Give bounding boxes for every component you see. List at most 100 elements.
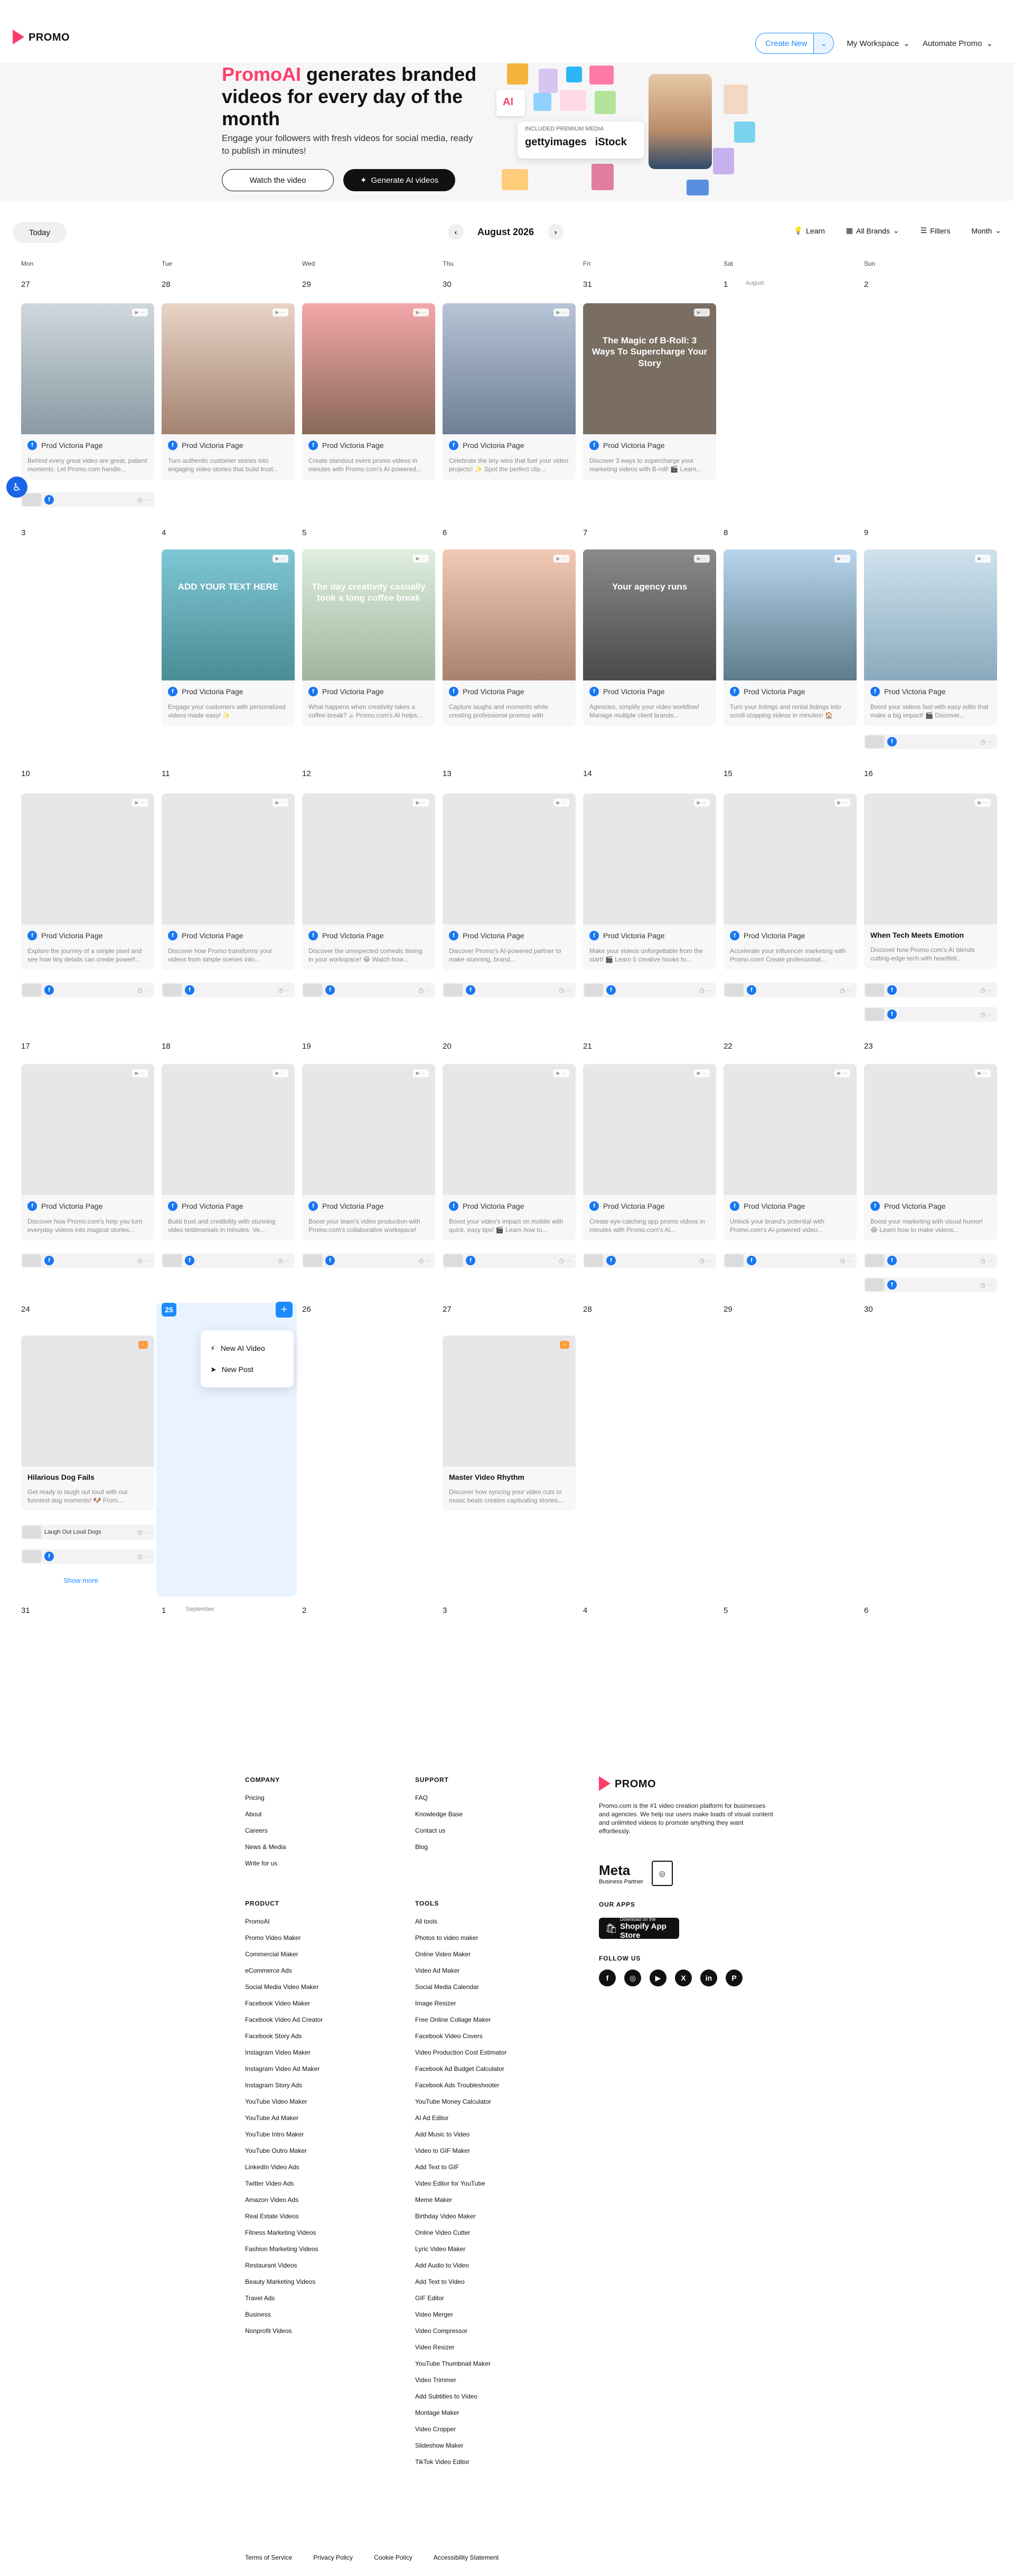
accessibility-icon[interactable]: ♿	[6, 477, 27, 498]
footer-link[interactable]: Video Compressor	[415, 2323, 506, 2339]
footer-link[interactable]: Instagram Story Ads	[245, 2077, 323, 2094]
scheduled-post-card[interactable]: ▶ ··· f Prod Victoria Page Capture laughs a…	[443, 549, 576, 726]
footer-link[interactable]: Facebook Ads Troubleshooter	[415, 2077, 506, 2094]
post-thumbnail[interactable]: ▶ ··· Your agency runs	[583, 549, 716, 680]
legal-link[interactable]: Cookie Policy	[374, 2554, 412, 2561]
footer-link[interactable]: News & Media	[245, 1839, 286, 1855]
post-thumbnail[interactable]: ▶ ··· The day creativity casually took a …	[302, 549, 435, 680]
post-sub-item[interactable]: f ◷ ···	[583, 1253, 716, 1268]
scheduled-post-card[interactable]: ▶ ··· f Prod Victoria Page Discover how Pro…	[162, 794, 295, 970]
facebook-icon[interactable]: f	[599, 1970, 616, 1986]
post-sub-item[interactable]: f ◷ ···	[162, 1253, 295, 1268]
footer-link[interactable]: Restaurant Videos	[245, 2257, 323, 2274]
scheduled-post-card[interactable]: ▶ ··· f Prod Victoria Page Create standout …	[302, 303, 435, 480]
scheduled-post-card[interactable]: ▶ ··· When Tech Meets Emotion Discover how…	[864, 794, 997, 969]
scheduled-post-card[interactable]: ▶ ··· f Prod Victoria Page Boost your video…	[443, 1064, 576, 1240]
scheduled-post-card[interactable]: ▶ ··· f Prod Victoria Page Discover how Pro…	[21, 1064, 154, 1240]
scheduled-post-card[interactable]: ▶ ··· f Prod Victoria Page Boost your team'…	[302, 1064, 435, 1240]
scheduled-post-card[interactable]: ▶ ··· f Prod Victoria Page Turn your listin…	[724, 549, 857, 726]
create-new-chevron-icon[interactable]: ⌄	[813, 33, 834, 53]
instagram-icon[interactable]: ◎	[624, 1970, 641, 1986]
create-new-button[interactable]: Create New ⌄	[755, 33, 834, 54]
footer-link[interactable]: Add Music to Video	[415, 2126, 506, 2143]
post-thumbnail[interactable]: ▶ ···	[302, 303, 435, 434]
promo-logo[interactable]: PROMO	[13, 30, 70, 45]
post-sub-item[interactable]: f ◷ ···	[443, 983, 576, 997]
scheduled-post-card[interactable]: ⚡ Hilarious Dog Fails Get ready to laugh o…	[21, 1336, 154, 1511]
view-dropdown[interactable]: Month ⌄	[971, 226, 1001, 235]
automate-promo-menu[interactable]: Automate Promo ⌄	[923, 39, 993, 49]
scheduled-post-card[interactable]: ▶ ··· f Prod Victoria Page Boost your marke…	[864, 1064, 997, 1240]
footer-link[interactable]: About	[245, 1806, 286, 1823]
new-ai-video-menu-item[interactable]: ⚡ New AI Video	[210, 1338, 284, 1359]
footer-link[interactable]: Twitter Video Ads	[245, 2176, 323, 2192]
post-thumbnail[interactable]: ▶ ···	[302, 1064, 435, 1195]
post-thumbnail[interactable]: ▶ ···	[724, 794, 857, 925]
legal-link[interactable]: Terms of Service	[245, 2554, 292, 2561]
footer-link[interactable]: Contact us	[415, 1823, 463, 1839]
next-month-icon[interactable]: ›	[548, 224, 564, 240]
footer-link[interactable]: YouTube Thumbnail Maker	[415, 2356, 506, 2372]
watch-video-button[interactable]: Watch the video	[222, 169, 334, 191]
scheduled-post-card[interactable]: ▶ ··· f Prod Victoria Page Turn authentic c…	[162, 303, 295, 480]
post-sub-item[interactable]: f ◷ ···	[864, 983, 997, 997]
scheduled-post-card[interactable]: ▶ ··· Your agency runs f Prod Victoria Page…	[583, 549, 716, 726]
footer-link[interactable]: Nonprofit Videos	[245, 2323, 323, 2339]
scheduled-post-card[interactable]: ▶ ··· f Prod Victoria Page Build trust and …	[162, 1064, 295, 1240]
x-twitter-icon[interactable]: X	[675, 1970, 692, 1986]
shopify-app-store-button[interactable]: 🛍 Download on the Shopify App Store	[599, 1917, 679, 1940]
scheduled-post-card[interactable]: ▶ ··· f Prod Victoria Page Create eye-catch…	[583, 1064, 716, 1240]
today-button[interactable]: Today	[13, 222, 67, 243]
post-sub-item[interactable]: Laugh Out Loud Dogs ◷ ···	[21, 1525, 154, 1539]
footer-link[interactable]: Commercial Maker	[245, 1946, 323, 1963]
footer-link[interactable]: FAQ	[415, 1790, 463, 1806]
scheduled-post-card[interactable]: ▶ ··· f Prod Victoria Page Boost your video…	[864, 549, 997, 726]
footer-link[interactable]: PromoAI	[245, 1914, 323, 1930]
footer-link[interactable]: Careers	[245, 1823, 286, 1839]
post-sub-item[interactable]: f ◷ ···	[724, 983, 857, 997]
footer-link[interactable]: Instagram Video Maker	[245, 2045, 323, 2061]
footer-link[interactable]: YouTube Intro Maker	[245, 2126, 323, 2143]
post-sub-item[interactable]: f ◷ ···	[724, 1253, 857, 1268]
footer-link[interactable]: LinkedIn Video Ads	[245, 2159, 323, 2176]
post-sub-item[interactable]: f ◷ ···	[21, 492, 154, 507]
post-thumbnail[interactable]: ▶ ···	[583, 1064, 716, 1195]
legal-link[interactable]: Privacy Policy	[313, 2554, 353, 2561]
post-thumbnail[interactable]: ▶ ···	[443, 794, 576, 925]
post-sub-item[interactable]: f ◷ ···	[302, 983, 435, 997]
brands-dropdown[interactable]: ▦ All Brands ⌄	[846, 226, 899, 235]
scheduled-post-card[interactable]: ⚡ Master Video Rhythm Discover how syncing…	[443, 1336, 576, 1511]
post-thumbnail[interactable]: ▶ ···	[21, 303, 154, 434]
footer-link[interactable]: YouTube Money Calculator	[415, 2094, 506, 2110]
pinterest-icon[interactable]: P	[726, 1970, 743, 1986]
footer-link[interactable]: Video Ad Maker	[415, 1963, 506, 1979]
footer-link[interactable]: Blog	[415, 1839, 463, 1855]
footer-link[interactable]: Pricing	[245, 1790, 286, 1806]
footer-link[interactable]: YouTube Video Maker	[245, 2094, 323, 2110]
scheduled-post-card[interactable]: ▶ ··· The Magic of B-Roll: 3 Ways To Supe…	[583, 303, 716, 480]
footer-link[interactable]: Photos to video maker	[415, 1930, 506, 1946]
post-thumbnail[interactable]: ▶ ···	[864, 794, 997, 925]
post-thumbnail[interactable]: ▶ ···	[162, 794, 295, 925]
my-workspace-menu[interactable]: My Workspace ⌄	[847, 39, 910, 49]
footer-link[interactable]: YouTube Ad Maker	[245, 2110, 323, 2126]
post-thumbnail[interactable]: ▶ ···	[21, 794, 154, 925]
footer-link[interactable]: Add Audio to Video	[415, 2257, 506, 2274]
footer-link[interactable]: Video Production Cost Estimator	[415, 2045, 506, 2061]
footer-link[interactable]: Online Video Cutter	[415, 2225, 506, 2241]
filters-button[interactable]: ☰ Filters	[921, 226, 951, 235]
post-thumbnail[interactable]: ▶ ···	[864, 1064, 997, 1195]
footer-link[interactable]: Fashion Marketing Videos	[245, 2241, 323, 2257]
post-sub-item[interactable]: f ◷ ···	[21, 1253, 154, 1268]
footer-link[interactable]: Image Resizer	[415, 1995, 506, 2012]
footer-link[interactable]: Facebook Video Covers	[415, 2028, 506, 2045]
footer-link[interactable]: Facebook Ad Budget Calculator	[415, 2061, 506, 2077]
show-more-link[interactable]: Show more	[15, 1576, 147, 1584]
post-sub-item[interactable]: f ◷ ···	[864, 1277, 997, 1292]
post-sub-item[interactable]: f ◷ ···	[302, 1253, 435, 1268]
footer-link[interactable]: AI Ad Editor	[415, 2110, 506, 2126]
scheduled-post-card[interactable]: ▶ ··· The day creativity casually took a …	[302, 549, 435, 726]
post-sub-item[interactable]: f ◷ ···	[583, 983, 716, 997]
footer-link[interactable]: TikTok Video Editor	[415, 2454, 506, 2470]
scheduled-post-card[interactable]: ▶ ··· f Prod Victoria Page Make your videos…	[583, 794, 716, 970]
